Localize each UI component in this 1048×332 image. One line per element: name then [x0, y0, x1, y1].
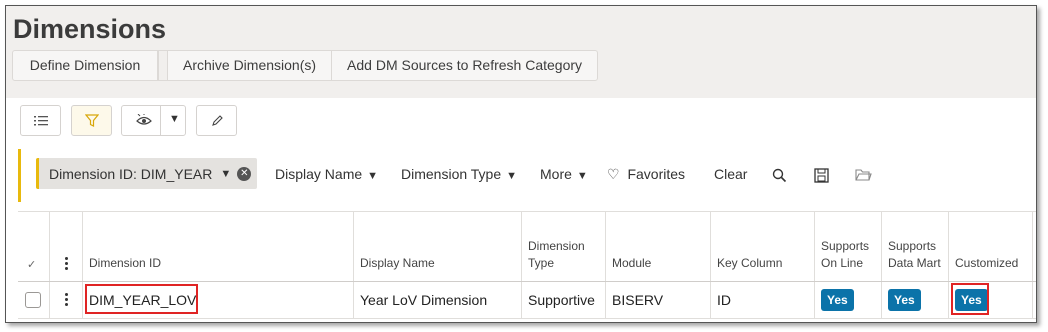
highlight-box	[951, 283, 989, 315]
dimension-type-filter-label: Dimension Type	[401, 166, 502, 182]
edit-pencil-icon	[211, 114, 223, 126]
dimension-id-filter-chip[interactable]: Dimension ID: DIM_YEAR ▼ ✕	[36, 158, 258, 189]
header-select-all[interactable]: ✓	[18, 212, 50, 281]
clear-button[interactable]: Clear	[714, 166, 747, 182]
cell-dimension-id: DIM_YEAR_LOV	[83, 282, 354, 318]
checkmark-icon: ✓	[27, 259, 37, 271]
column-label: Dimension ID	[89, 256, 162, 271]
clear-chip-icon[interactable]: ✕	[237, 166, 252, 181]
dropdown-caret-icon[interactable]: ▼	[169, 113, 180, 125]
cell-module: BISERV	[606, 282, 711, 318]
column-label: Dimension Type	[528, 239, 585, 271]
command-separator	[158, 51, 168, 80]
filter-chip-label: Dimension ID: DIM_YEAR	[49, 165, 213, 182]
view-options-button[interactable]: ▼	[121, 105, 186, 136]
filter-bar: Dimension ID: DIM_YEAR ▼ ✕ Display Name ▼…	[18, 149, 1036, 202]
filter-icon	[84, 114, 99, 127]
window: Dimensions Define Dimension Archive Dime…	[5, 5, 1037, 323]
column-header-key-column[interactable]: Key Column	[711, 212, 815, 281]
column-label: Supports On Line	[821, 239, 870, 271]
column-label: Supports Data Mart	[888, 239, 941, 271]
kebab-icon[interactable]	[65, 293, 68, 308]
column-label: Module	[612, 256, 652, 271]
chevron-down-icon: ▼	[506, 170, 518, 182]
save-icon[interactable]	[814, 168, 829, 188]
view-eye-icon	[136, 114, 152, 127]
more-filter-label: More	[540, 166, 572, 182]
status-badge: Yes	[821, 289, 854, 311]
edit-button[interactable]	[196, 105, 237, 136]
header-actions[interactable]	[50, 212, 83, 281]
table-row[interactable]: DIM_YEAR_LOV Year LoV Dimension Supporti…	[18, 282, 1036, 319]
column-header-customized[interactable]: Customized	[949, 212, 1033, 281]
column-header-dimension-type[interactable]: Dimension Type	[522, 212, 606, 281]
dimension-type-filter[interactable]: Dimension Type ▼	[401, 166, 517, 182]
display-name-filter[interactable]: Display Name ▼	[275, 166, 378, 182]
display-name-filter-label: Display Name	[275, 166, 363, 182]
column-header-dimension-id[interactable]: Dimension ID	[83, 212, 354, 281]
cell-supports-on-line: Yes	[815, 282, 882, 318]
highlight-box	[85, 284, 198, 314]
add-dm-sources-button[interactable]: Add DM Sources to Refresh Category	[332, 51, 597, 80]
chevron-down-icon: ▼	[576, 170, 588, 182]
split-divider	[160, 106, 161, 135]
table-header: ✓ Dimension ID Display Name Dimension Ty…	[18, 211, 1036, 282]
module-value: BISERV	[612, 292, 664, 308]
more-filter[interactable]: More ▼	[540, 166, 588, 182]
command-bar: Define Dimension Archive Dimension(s) Ad…	[12, 50, 599, 81]
favorites-button[interactable]: ♡ Favorites	[607, 166, 685, 183]
cell-display-name: Year LoV Dimension	[354, 282, 522, 318]
page-title: Dimensions	[13, 14, 167, 44]
column-label: Customized	[955, 256, 1019, 271]
display-name-value: Year LoV Dimension	[360, 292, 488, 308]
status-badge: Yes	[888, 289, 921, 311]
row-select-cell	[18, 282, 50, 318]
key-column-value: ID	[717, 292, 731, 308]
column-header-supports-data-mart[interactable]: Supports Data Mart	[882, 212, 949, 281]
define-dimension-button[interactable]: Define Dimension	[13, 51, 158, 80]
folder-icon[interactable]	[855, 168, 872, 187]
chevron-down-icon[interactable]: ▼	[220, 168, 231, 180]
filter-button[interactable]	[71, 105, 112, 136]
row-checkbox[interactable]	[25, 292, 41, 308]
cell-key-column: ID	[711, 282, 815, 318]
column-label: Display Name	[360, 256, 435, 271]
row-actions-cell	[50, 282, 83, 318]
cell-dimension-type: Supportive	[522, 282, 606, 318]
heart-icon: ♡	[607, 166, 620, 182]
column-header-display-name[interactable]: Display Name	[354, 212, 522, 281]
dimension-type-value: Supportive	[528, 292, 595, 308]
list-view-button[interactable]	[20, 105, 61, 136]
chevron-down-icon: ▼	[367, 170, 379, 182]
favorites-label: Favorites	[627, 166, 686, 182]
kebab-icon	[65, 257, 68, 272]
page-header: Dimensions Define Dimension Archive Dime…	[6, 6, 1036, 98]
column-header-supports-on-line[interactable]: Supports On Line	[815, 212, 882, 281]
list-icon	[33, 115, 48, 125]
search-icon[interactable]	[772, 168, 787, 188]
archive-dimensions-button[interactable]: Archive Dimension(s)	[168, 51, 333, 80]
column-label: Key Column	[717, 256, 783, 271]
cell-customized: Yes	[949, 282, 1033, 318]
cell-supports-data-mart: Yes	[882, 282, 949, 318]
column-header-module[interactable]: Module	[606, 212, 711, 281]
list-toolbar: ▼	[6, 98, 1036, 144]
